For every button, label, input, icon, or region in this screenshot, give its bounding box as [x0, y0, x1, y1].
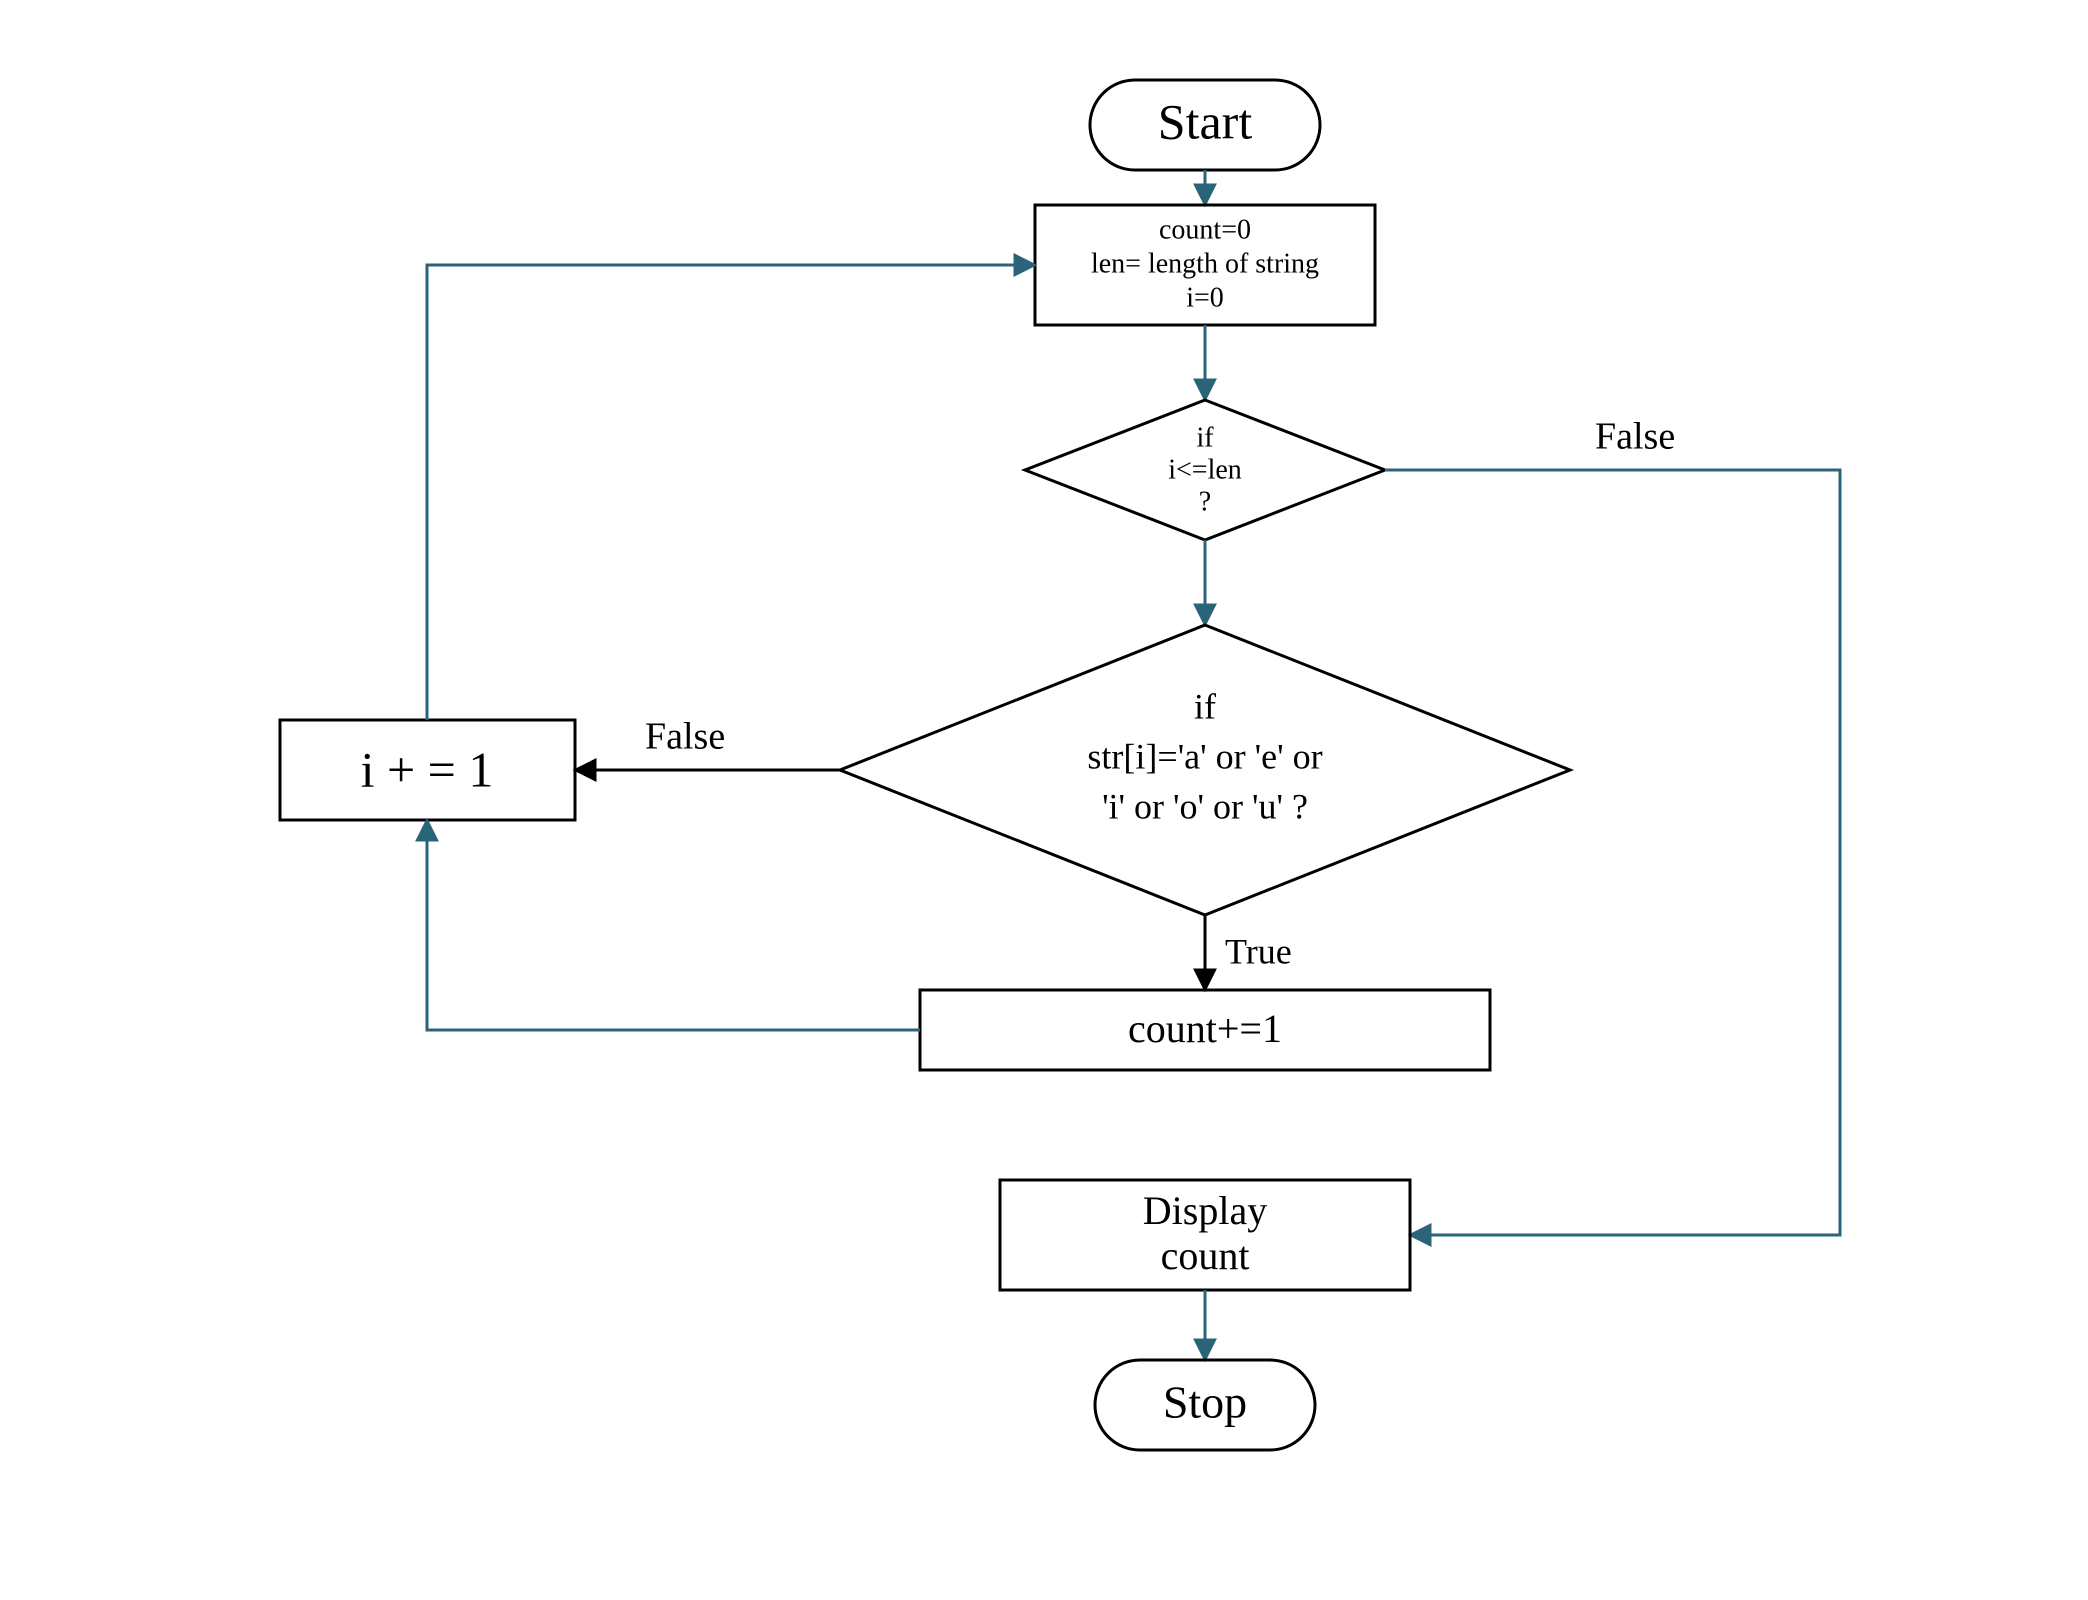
decision-len-node: if i<=len ?: [1025, 400, 1385, 540]
count-inc-label: count+=1: [1128, 1006, 1282, 1051]
init-line2: len= length of string: [1091, 248, 1319, 279]
decision-vowel-line3: 'i' or 'o' or 'u' ?: [1102, 786, 1308, 826]
decision-len-line3: ?: [1199, 486, 1211, 517]
stop-node: Stop: [1095, 1360, 1315, 1450]
start-label: Start: [1158, 93, 1253, 149]
display-line1: Display: [1143, 1188, 1267, 1233]
arrow-iinc-loop-to-init: [427, 265, 1035, 720]
edge-label-vowel-true: True: [1225, 931, 1292, 971]
edge-label-len-false: False: [1595, 416, 1675, 458]
flowchart-canvas: Start count=0 len= length of string i=0 …: [0, 0, 2088, 1600]
decision-vowel-line2: str[i]='a' or 'e' or: [1087, 736, 1322, 776]
i-inc-label: i + = 1: [361, 741, 494, 797]
stop-label: Stop: [1163, 1377, 1247, 1428]
i-inc-node: i + = 1: [280, 720, 575, 820]
init-node: count=0 len= length of string i=0: [1035, 205, 1375, 325]
display-node: Display count: [1000, 1180, 1410, 1290]
start-node: Start: [1090, 80, 1320, 170]
edge-label-vowel-false: False: [645, 716, 725, 758]
decision-vowel-node: if str[i]='a' or 'e' or 'i' or 'o' or 'u…: [840, 625, 1570, 915]
init-line3: i=0: [1186, 282, 1224, 313]
init-line1: count=0: [1159, 214, 1251, 245]
arrow-count-to-iinc: [427, 820, 920, 1030]
arrow-decision1-false: [1385, 470, 1840, 1235]
display-line2: count: [1161, 1233, 1250, 1278]
count-inc-node: count+=1: [920, 990, 1490, 1070]
decision-vowel-line1: if: [1194, 686, 1216, 726]
decision-len-line2: i<=len: [1168, 454, 1242, 485]
decision-len-line1: if: [1196, 422, 1214, 453]
